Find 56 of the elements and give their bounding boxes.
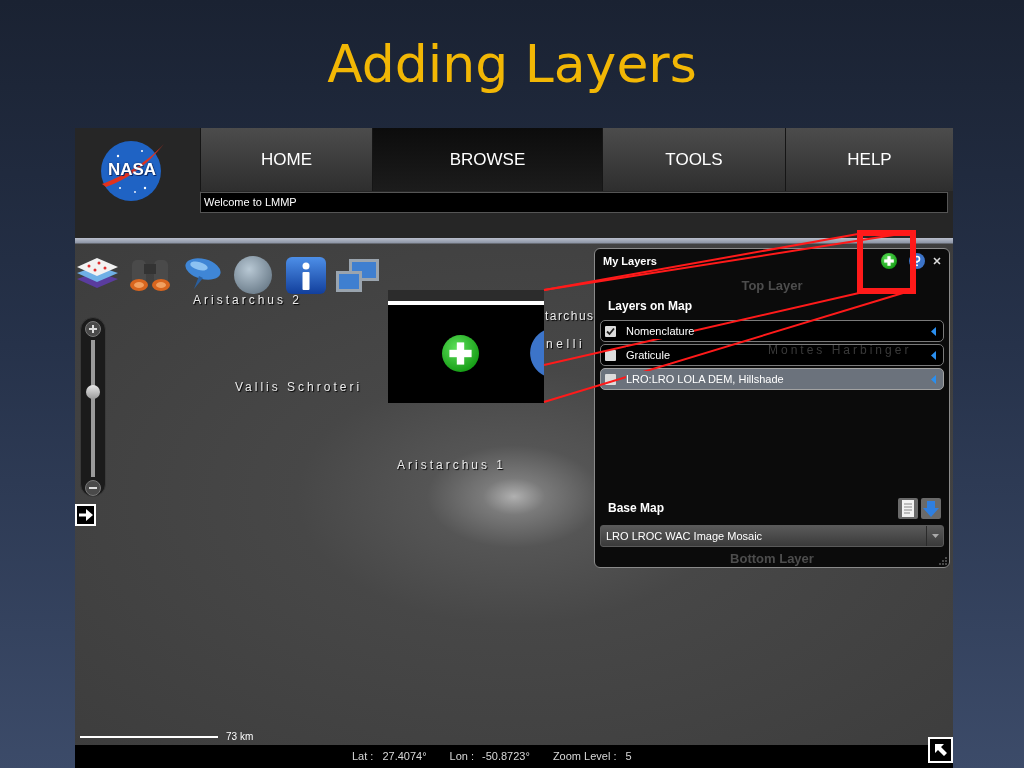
- help-icon[interactable]: [909, 253, 925, 269]
- layers-section-title: Layers on Map: [607, 299, 694, 313]
- windows-icon[interactable]: [335, 258, 380, 294]
- longitude-label: Lon :: [449, 749, 475, 765]
- longitude-value: -50.8723°: [482, 749, 530, 765]
- bottom-layer-label: Bottom Layer: [729, 551, 815, 567]
- fullscreen-button[interactable]: [928, 737, 953, 763]
- layer-row[interactable]: LRO:LRO LOLA DEM, Hillshade: [600, 368, 944, 390]
- base-map-title: Base Map: [607, 500, 665, 517]
- expand-sidebar-button[interactable]: [75, 504, 96, 526]
- arrow-right-icon: [78, 509, 93, 521]
- layer-checkbox[interactable]: [605, 373, 616, 385]
- resize-grip-icon[interactable]: [939, 557, 947, 565]
- layer-name: LRO:LRO LOLA DEM, Hillshade: [626, 370, 784, 388]
- highlight-frame: [857, 230, 916, 294]
- map-label: Vallis Schroteri: [235, 381, 363, 393]
- welcome-message-bar: Welcome to LMMP: [200, 192, 948, 213]
- scale-label: 73 km: [226, 730, 254, 744]
- map-label: nelli: [546, 338, 586, 350]
- layer-checkbox[interactable]: [605, 325, 616, 337]
- top-layer-label: Top Layer: [740, 277, 804, 295]
- arrow-up-left-icon: [933, 743, 948, 757]
- base-map-dropdown[interactable]: LRO LROC WAC Image Mosaic: [600, 525, 944, 547]
- moon-globe-icon[interactable]: [234, 256, 272, 294]
- latitude-value: 27.4074°: [382, 749, 427, 765]
- latitude-label: Lat :: [352, 749, 374, 765]
- panel-title: My Layers: [603, 253, 657, 269]
- arrow-down-icon[interactable]: [921, 497, 941, 519]
- layer-name: Graticule: [626, 346, 671, 364]
- map-label: Aristarchus 1: [397, 459, 507, 471]
- layer-checkbox[interactable]: [605, 349, 616, 361]
- caret-left-icon[interactable]: [931, 350, 936, 360]
- caret-left-icon[interactable]: [931, 326, 936, 336]
- pushpin-icon[interactable]: [183, 256, 223, 290]
- plus-icon: [89, 324, 97, 333]
- close-icon[interactable]: [933, 257, 941, 265]
- zoom-level-value: 5: [625, 749, 632, 765]
- layer-row[interactable]: Nomenclature: [600, 320, 944, 342]
- zoom-slider-thumb[interactable]: [86, 384, 100, 399]
- nav-tab[interactable]: HOME: [200, 128, 372, 191]
- caret-down-icon: [931, 534, 939, 538]
- zoom-in-button[interactable]: [85, 321, 101, 337]
- enlarged-add-icon[interactable]: [442, 335, 479, 372]
- map-label: Montes Harbinger: [768, 344, 912, 356]
- minus-icon: [89, 487, 97, 490]
- zoom-level-label: Zoom Level :: [552, 749, 617, 765]
- map-label: tarchus: [545, 310, 595, 322]
- layers-icon[interactable]: [75, 257, 120, 289]
- map-label: Aristarchus 2: [193, 294, 303, 306]
- nav-tab[interactable]: TOOLS: [602, 128, 785, 191]
- zoom-out-button[interactable]: [85, 480, 101, 496]
- document-icon[interactable]: [898, 497, 918, 519]
- add-layer-icon[interactable]: [881, 253, 897, 269]
- nav-tab[interactable]: HELP: [785, 128, 953, 191]
- nav-tab[interactable]: BROWSE: [372, 128, 602, 191]
- info-icon[interactable]: [286, 257, 326, 294]
